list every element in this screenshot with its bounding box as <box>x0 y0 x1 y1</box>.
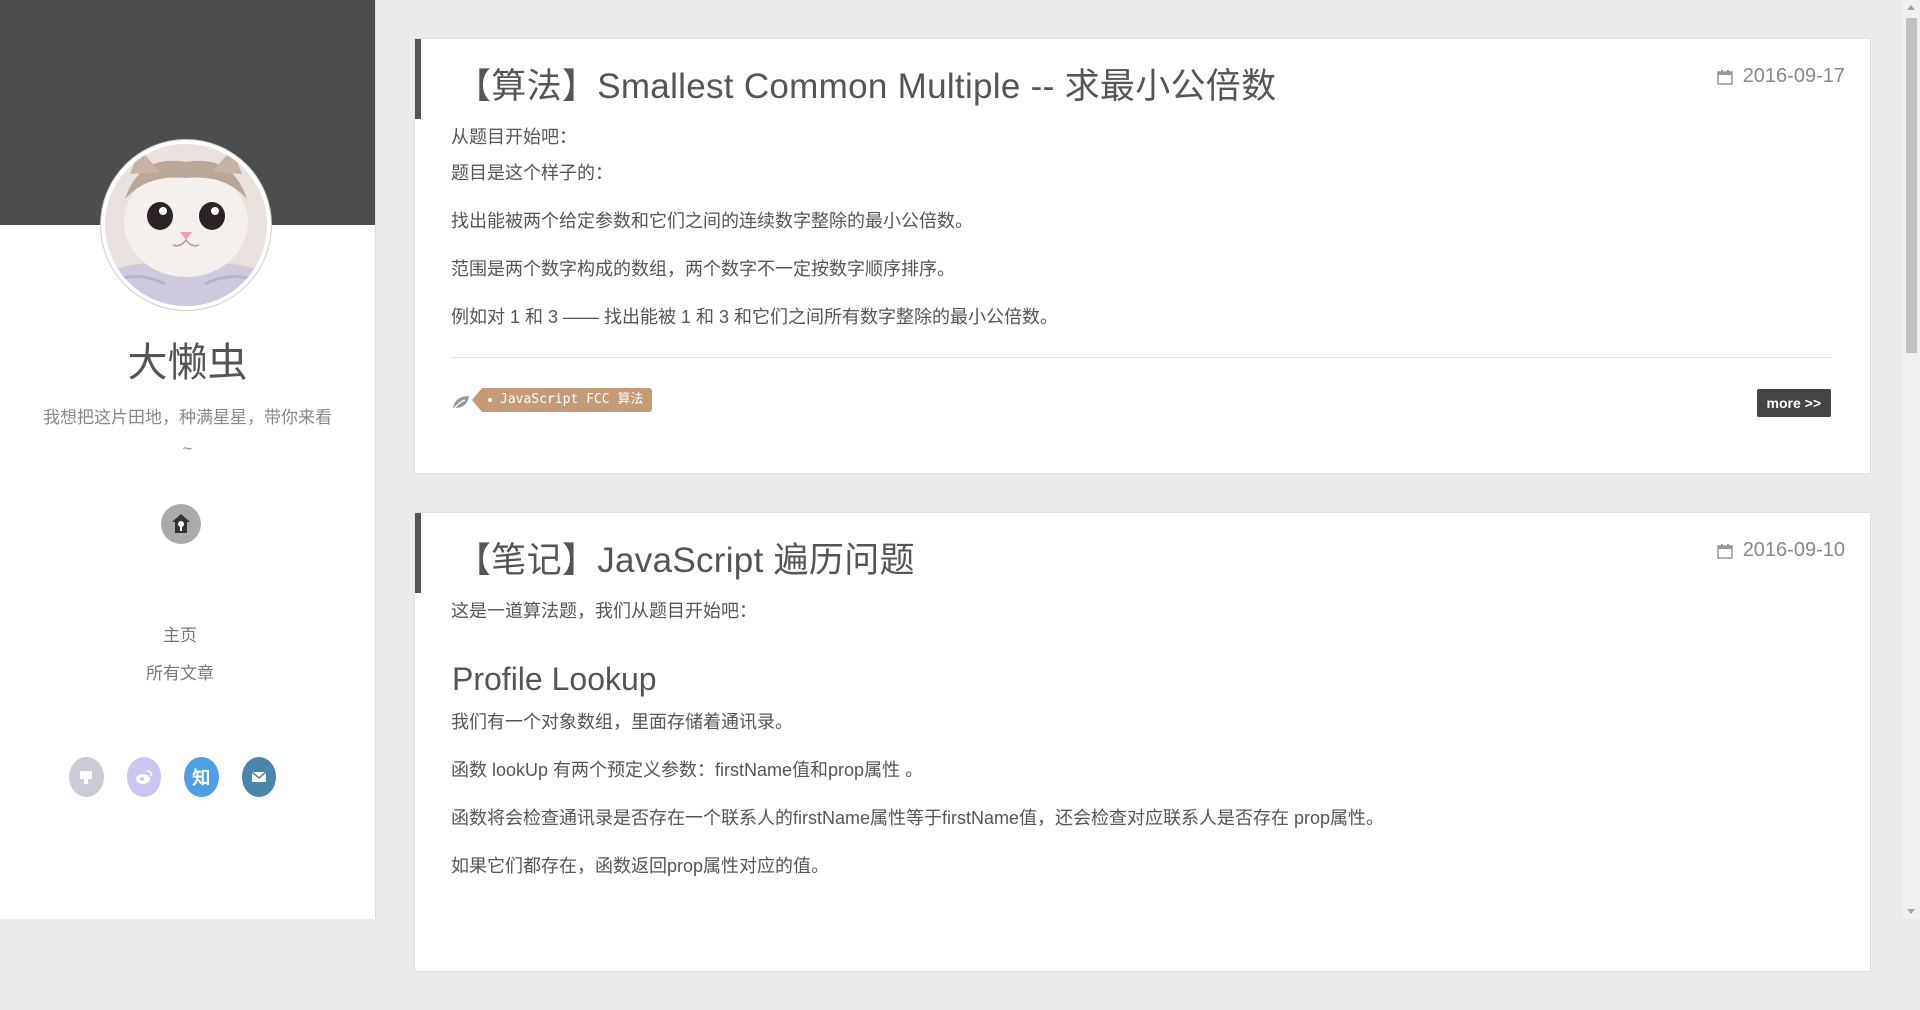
post-paragraph: 范围是两个数字构成的数组，两个数字不一定按数字顺序排序。 <box>451 259 955 279</box>
post-tags[interactable]: JavaScript FCC 算法 <box>471 388 653 412</box>
post-card: 【算法】Smallest Common Multiple -- 求最小公倍数 2… <box>414 38 1871 474</box>
post-paragraph: 如果它们都存在，函数返回prop属性对应的值。 <box>451 856 830 876</box>
weibo-icon[interactable] <box>126 757 161 797</box>
leaf-icon <box>452 396 469 411</box>
home-icon[interactable] <box>161 504 201 544</box>
post-card: 【笔记】JavaScript 遍历问题 2016-09-10 这是一道算法题，我… <box>414 512 1871 972</box>
more-button[interactable]: more >> <box>1756 389 1831 417</box>
post-date-text: 2016-09-10 <box>1742 539 1845 561</box>
vertical-scrollbar[interactable] <box>1903 0 1920 919</box>
scrollbar-thumb[interactable] <box>1906 18 1917 353</box>
post-list: 【算法】Smallest Common Multiple -- 求最小公倍数 2… <box>414 38 1871 1010</box>
post-paragraph: 我们有一个对象数组，里面存储着通讯录。 <box>451 712 793 732</box>
nav-item-home[interactable]: 主页 <box>0 617 360 655</box>
avatar[interactable] <box>101 140 271 310</box>
calendar-icon <box>1716 69 1733 85</box>
author-name: 大懒虫 <box>127 340 248 386</box>
post-subheading: Profile Lookup <box>452 661 657 697</box>
github-icon[interactable] <box>69 757 104 797</box>
post-date-text: 2016-09-17 <box>1742 65 1845 87</box>
sidebar: 大懒虫 我想把这片田地，种满星星，带你来看~ 主页 所有文章 知 <box>0 0 376 919</box>
post-date: 2016-09-17 <box>1716 65 1845 88</box>
post-paragraph: 找出能被两个给定参数和它们之间的连续数字整除的最小公倍数。 <box>451 211 973 231</box>
scroll-down-arrow-icon[interactable] <box>1907 909 1915 914</box>
post-title[interactable]: 【笔记】JavaScript 遍历问题 <box>415 513 1870 593</box>
post-paragraph: 从题目开始吧： <box>451 127 577 147</box>
nav-item-all-posts[interactable]: 所有文章 <box>0 655 360 693</box>
post-date: 2016-09-10 <box>1716 539 1845 562</box>
post-excerpt: 这是一道算法题，我们从题目开始吧： Profile Lookup 我们有一个对象… <box>415 593 1870 882</box>
post-footer: JavaScript FCC 算法 more >> <box>451 357 1831 446</box>
mail-icon[interactable] <box>241 757 276 797</box>
post-intro: 这是一道算法题，我们从题目开始吧： <box>451 601 757 621</box>
title-accent-bar <box>415 513 421 593</box>
post-paragraph: 题目是这个样子的： <box>451 163 613 183</box>
post-paragraph: 例如对 1 和 3 —— 找出能被 1 和 3 和它们之间所有数字整除的最小公倍… <box>451 307 1059 327</box>
scroll-up-arrow-icon[interactable] <box>1907 5 1915 10</box>
social-links: 知 <box>69 757 299 797</box>
post-excerpt: 从题目开始吧： 题目是这个样子的： 找出能被两个给定参数和它们之间的连续数字整除… <box>415 119 1870 333</box>
cat-avatar-image <box>105 144 267 306</box>
calendar-icon <box>1716 543 1733 559</box>
author-description: 我想把这片田地，种满星星，带你来看~ <box>43 408 332 458</box>
zhihu-icon[interactable]: 知 <box>184 757 219 797</box>
post-paragraph: 函数 lookUp 有两个预定义参数：firstName值和prop属性 。 <box>451 760 924 780</box>
sidebar-nav: 主页 所有文章 <box>0 617 360 693</box>
title-accent-bar <box>415 39 421 119</box>
post-paragraph: 函数将会检查通讯录是否存在一个联系人的firstName属性等于firstNam… <box>451 808 1385 828</box>
post-title[interactable]: 【算法】Smallest Common Multiple -- 求最小公倍数 <box>415 39 1870 119</box>
